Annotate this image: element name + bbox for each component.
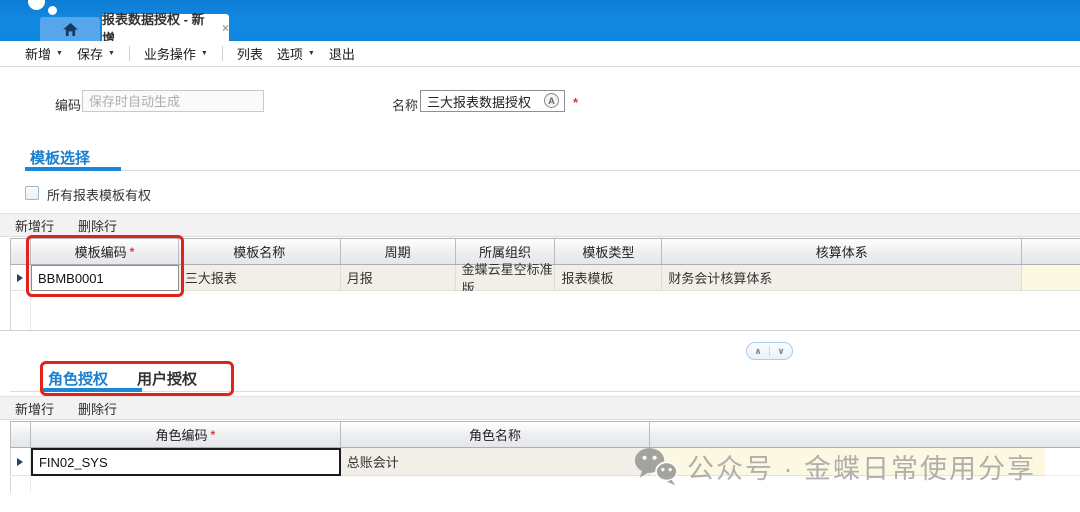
tab-report-data-auth[interactable]: 报表数据授权 - 新增 × xyxy=(102,12,229,46)
menu-exit-button[interactable]: 退出 xyxy=(329,44,355,63)
row-indicator[interactable] xyxy=(11,448,31,476)
header-template-name: 模板名称 xyxy=(178,239,341,264)
menu-save-button[interactable]: 保存 ▼ xyxy=(77,44,115,63)
code-input xyxy=(82,90,264,112)
caret-down-icon: ▼ xyxy=(200,50,208,57)
add-row-button[interactable]: 新增行 xyxy=(15,399,54,418)
panel-divider xyxy=(0,330,1080,331)
template-grid-toolbar: 新增行 删除行 xyxy=(0,213,1080,237)
tab-close-icon[interactable]: × xyxy=(222,21,229,35)
required-asterisk: * xyxy=(210,427,216,442)
grid-line xyxy=(30,291,31,330)
header-role-name: 角色名称 xyxy=(340,422,651,447)
tab-user-authorization[interactable]: 用户授权 xyxy=(137,368,197,389)
name-label: 名称 xyxy=(392,98,419,113)
header-period: 周期 xyxy=(340,239,456,264)
role-grid-header: 角色编码 * 角色名称 xyxy=(10,421,1080,448)
app-window: 报表数据授权 - 新增 × 新增 ▼ 保存 ▼ 业务操作 ▼ 列表 选项 ▼ 退… xyxy=(0,0,1080,512)
tab-role-authorization[interactable]: 角色授权 xyxy=(48,368,108,389)
add-row-button[interactable]: 新增行 xyxy=(15,216,54,235)
section-divider xyxy=(10,391,1080,392)
header-accounting-system: 核算体系 xyxy=(662,239,1023,264)
collapse-down-button[interactable]: ∨ xyxy=(770,343,792,359)
menubar: 新增 ▼ 保存 ▼ 业务操作 ▼ 列表 选项 ▼ 退出 xyxy=(0,41,1080,67)
cell-role-name[interactable]: 总账会计 xyxy=(340,448,651,476)
menu-business-ops-button[interactable]: 业务操作 ▼ xyxy=(144,44,208,63)
cell-template-type[interactable]: 报表模板 xyxy=(555,265,663,291)
header-label: 模板名称 xyxy=(233,245,286,260)
cell-accounting-system[interactable]: 财务会计核算体系 xyxy=(662,265,1023,291)
table-row: FIN02_SYS 总账会计 xyxy=(10,448,1080,476)
panel-collapse-control: ∧ ∨ xyxy=(746,342,793,360)
menu-save-label: 保存 xyxy=(76,47,103,62)
menu-options-button[interactable]: 选项 ▼ xyxy=(277,44,315,63)
header-label: 模板类型 xyxy=(582,245,635,260)
tab-template-selection[interactable]: 模板选择 xyxy=(30,147,90,168)
header-label: 角色名称 xyxy=(469,428,522,443)
grid-line xyxy=(30,477,31,493)
header-label: 模板编码 xyxy=(74,245,127,260)
menu-exit-label: 退出 xyxy=(328,47,355,62)
chevron-up-icon: ∧ xyxy=(754,345,762,356)
menu-new-button[interactable]: 新增 ▼ xyxy=(25,44,63,63)
role-grid-empty-area xyxy=(10,477,1080,493)
cell-role-code[interactable]: FIN02_SYS xyxy=(30,448,341,476)
delete-row-button[interactable]: 删除行 xyxy=(78,399,117,418)
header-template-code: 模板编码 * xyxy=(30,239,179,264)
header-label: 周期 xyxy=(384,245,411,260)
cell-period[interactable]: 月报 xyxy=(340,265,456,291)
chevron-down-icon: ∨ xyxy=(777,345,785,356)
row-indicator[interactable] xyxy=(11,265,31,291)
caret-down-icon: ▼ xyxy=(56,50,63,57)
top-bar: 报表数据授权 - 新增 × xyxy=(0,0,1080,46)
cell-outside xyxy=(1045,448,1080,476)
menu-business-ops-label: 业务操作 xyxy=(143,47,196,62)
row-selected-icon xyxy=(17,273,24,282)
home-tab[interactable] xyxy=(40,17,100,41)
menu-list-label: 列表 xyxy=(236,47,263,62)
all-templates-checkbox-label: 所有报表模板有权 xyxy=(47,188,152,203)
cell-template-code[interactable]: BBMB0001 xyxy=(30,265,179,291)
menu-separator xyxy=(128,46,130,61)
header-label: 角色编码 xyxy=(155,428,208,443)
section-divider xyxy=(25,170,1080,171)
table-row: BBMB0001 三大报表 月报 金蝶云星空标准版 报表模板 财务会计核算体系 xyxy=(10,262,1080,296)
row-selected-icon xyxy=(17,457,24,466)
template-grid: 模板编码 * 模板名称 周期 所属组织 模板类型 核算体系 BBMB0001 三… xyxy=(10,238,1080,296)
collapse-up-button[interactable]: ∧ xyxy=(747,343,769,359)
cell-filler xyxy=(650,448,1046,476)
menu-new-label: 新增 xyxy=(25,47,52,62)
required-asterisk: * xyxy=(129,244,135,259)
header-template-type: 模板类型 xyxy=(555,239,663,264)
logo-dot-icon xyxy=(28,0,45,10)
header-filler xyxy=(650,422,1080,447)
template-grid-empty-area xyxy=(10,291,1080,330)
multilingual-icon[interactable]: A xyxy=(544,93,559,108)
active-tab-underline xyxy=(42,388,142,392)
required-asterisk: * xyxy=(573,95,579,110)
header-filler xyxy=(1022,239,1080,264)
header-row-indicator xyxy=(11,422,31,447)
caret-down-icon: ▼ xyxy=(107,50,115,57)
all-templates-checkbox[interactable] xyxy=(25,186,39,200)
home-icon xyxy=(62,22,78,36)
cell-filler xyxy=(1022,265,1080,291)
logo-dot-icon xyxy=(48,6,57,15)
menu-separator xyxy=(221,46,223,61)
cell-template-name[interactable]: 三大报表 xyxy=(178,265,341,291)
menu-options-label: 选项 xyxy=(276,47,303,62)
menu-list-button[interactable]: 列表 xyxy=(237,44,263,63)
caret-down-icon: ▼ xyxy=(307,50,315,57)
active-tab-underline xyxy=(25,167,121,171)
header-role-code: 角色编码 * xyxy=(30,422,341,447)
header-label: 核算体系 xyxy=(815,245,868,260)
role-grid-toolbar: 新增行 删除行 xyxy=(0,396,1080,420)
header-row-indicator xyxy=(11,239,31,264)
delete-row-button[interactable]: 删除行 xyxy=(78,216,117,235)
cell-org[interactable]: 金蝶云星空标准版 xyxy=(455,262,556,296)
code-label: 编码 xyxy=(55,98,82,113)
role-grid: 角色编码 * 角色名称 FIN02_SYS 总账会计 xyxy=(10,421,1080,476)
